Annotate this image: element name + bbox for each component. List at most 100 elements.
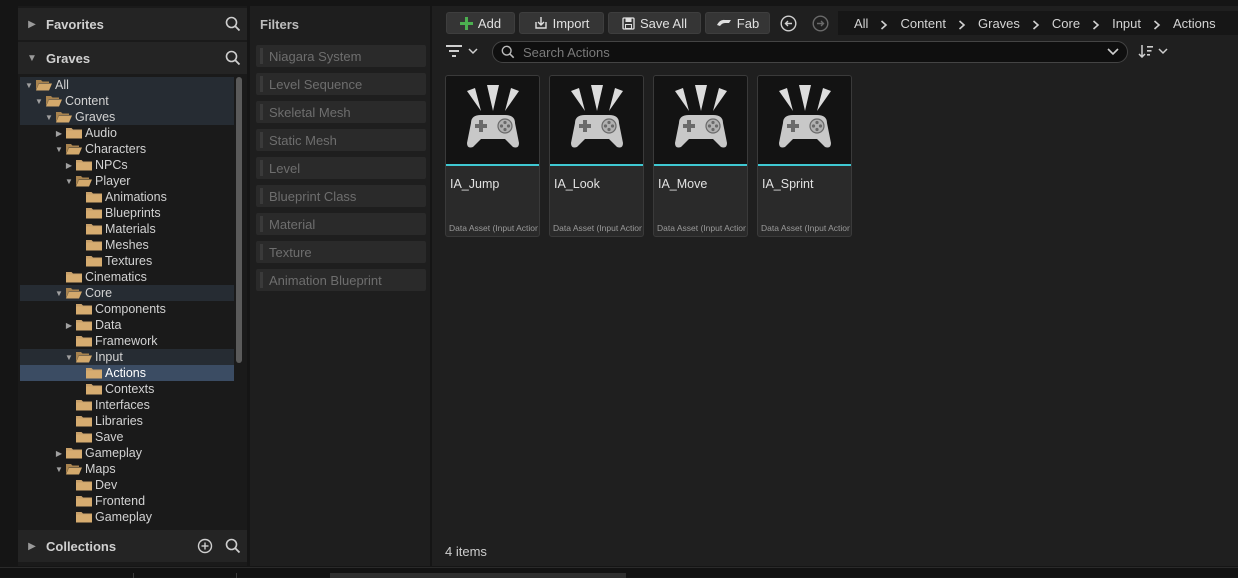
- asset-thumbnail: [758, 76, 851, 166]
- tree-item[interactable]: ▶ Gameplay: [20, 445, 234, 461]
- tree-item[interactable]: Gameplay: [20, 509, 234, 525]
- filter-item[interactable]: Static Mesh: [256, 129, 426, 151]
- tree-item[interactable]: ▼ Input: [20, 349, 234, 365]
- breadcrumb-item[interactable]: Graves: [978, 16, 1020, 31]
- tree-item[interactable]: ▼ Characters: [20, 141, 234, 157]
- graves-header[interactable]: ▼ Graves: [18, 42, 247, 74]
- filter-item-label: Static Mesh: [269, 132, 337, 148]
- graves-collapse-icon[interactable]: ▼: [18, 53, 46, 64]
- tree-item[interactable]: ▼ Maps: [20, 461, 234, 477]
- folder-icon: [66, 271, 82, 283]
- folder-open-icon: [66, 287, 82, 299]
- chevron-right-icon[interactable]: [1032, 18, 1040, 30]
- favorites-expand-icon[interactable]: ▶: [18, 19, 46, 30]
- tree-scrollbar[interactable]: [234, 77, 244, 533]
- search-bar: [492, 41, 1128, 63]
- tree-scrollbar-thumb[interactable]: [236, 77, 242, 363]
- tree-item[interactable]: Frontend: [20, 493, 234, 509]
- filter-item[interactable]: Level Sequence: [256, 73, 426, 95]
- tree-item-label: Content: [65, 94, 109, 108]
- import-icon: [534, 17, 547, 29]
- folder-icon: [76, 159, 92, 171]
- favorites-label: Favorites: [46, 16, 104, 32]
- filter-item[interactable]: Material: [256, 213, 426, 235]
- tree-item[interactable]: ▼ Core: [20, 285, 234, 301]
- tree-item[interactable]: ▼ Graves: [20, 109, 234, 125]
- chevron-right-icon[interactable]: [880, 18, 888, 30]
- favorites-header[interactable]: ▶ Favorites: [18, 8, 247, 40]
- breadcrumb-item[interactable]: Actions: [1173, 16, 1216, 31]
- tree-item[interactable]: Blueprints: [20, 205, 234, 221]
- collections-header[interactable]: ▶ Collections: [18, 530, 247, 562]
- add-collection-icon[interactable]: [191, 532, 219, 560]
- breadcrumb-item[interactable]: All: [854, 16, 868, 31]
- save-all-button[interactable]: Save All: [608, 12, 701, 34]
- filter-item[interactable]: Skeletal Mesh: [256, 101, 426, 123]
- tree-item[interactable]: ▼ Player: [20, 173, 234, 189]
- filter-item[interactable]: Niagara System: [256, 45, 426, 67]
- collapse-arrow-icon[interactable]: ▼: [54, 289, 64, 298]
- expand-arrow-icon[interactable]: ▶: [54, 129, 64, 138]
- collapse-arrow-icon[interactable]: ▼: [54, 145, 64, 154]
- filter-color-bar: [260, 188, 263, 204]
- tree-item[interactable]: Dev: [20, 477, 234, 493]
- sort-options-button[interactable]: [1138, 42, 1172, 60]
- graves-search-icon[interactable]: [219, 44, 247, 72]
- chevron-right-icon[interactable]: [1092, 18, 1100, 30]
- search-input[interactable]: [523, 44, 1107, 60]
- asset-type: Data Asset (Input Action): [449, 223, 538, 233]
- import-button[interactable]: Import: [519, 12, 604, 34]
- tree-item[interactable]: Interfaces: [20, 397, 234, 413]
- tree-item[interactable]: Cinematics: [20, 269, 234, 285]
- bottom-strip: [0, 567, 1238, 578]
- tree-item[interactable]: ▼ All: [20, 77, 234, 93]
- tree-item[interactable]: ▶ Audio: [20, 125, 234, 141]
- forward-button[interactable]: [811, 14, 829, 32]
- asset-tile[interactable]: IA_Sprint Data Asset (Input Action): [757, 75, 852, 237]
- breadcrumb-item[interactable]: Core: [1052, 16, 1080, 31]
- search-options-chevron-icon[interactable]: [1107, 48, 1119, 56]
- filter-item[interactable]: Blueprint Class: [256, 185, 426, 207]
- tree-item[interactable]: Framework: [20, 333, 234, 349]
- tree-item[interactable]: Meshes: [20, 237, 234, 253]
- expand-arrow-icon[interactable]: ▶: [64, 161, 74, 170]
- filter-item[interactable]: Level: [256, 157, 426, 179]
- tree-item[interactable]: Actions: [20, 365, 234, 381]
- asset-tile[interactable]: IA_Look Data Asset (Input Action): [549, 75, 644, 237]
- folder-open-icon: [76, 351, 92, 363]
- sort-icon: [1138, 45, 1153, 58]
- collapse-arrow-icon[interactable]: ▼: [64, 353, 74, 362]
- asset-tile[interactable]: IA_Jump Data Asset (Input Action): [445, 75, 540, 237]
- tree-item[interactable]: Libraries: [20, 413, 234, 429]
- add-button[interactable]: Add: [446, 12, 515, 34]
- filter-dropdown-button[interactable]: [446, 42, 486, 60]
- collections-search-icon[interactable]: [219, 532, 247, 560]
- favorites-search-icon[interactable]: [219, 10, 247, 38]
- collapse-arrow-icon[interactable]: ▼: [64, 177, 74, 186]
- tree-item[interactable]: ▶ Data: [20, 317, 234, 333]
- tree-item[interactable]: Save: [20, 429, 234, 445]
- tree-item[interactable]: Contexts: [20, 381, 234, 397]
- back-button[interactable]: [779, 14, 797, 32]
- tree-item[interactable]: ▶ NPCs: [20, 157, 234, 173]
- tree-item[interactable]: Animations: [20, 189, 234, 205]
- collections-expand-icon[interactable]: ▶: [18, 541, 46, 552]
- expand-arrow-icon[interactable]: ▶: [64, 321, 74, 330]
- asset-tile[interactable]: IA_Move Data Asset (Input Action): [653, 75, 748, 237]
- expand-arrow-icon[interactable]: ▶: [54, 449, 64, 458]
- breadcrumb-item[interactable]: Content: [900, 16, 946, 31]
- tree-item[interactable]: Textures: [20, 253, 234, 269]
- collapse-arrow-icon[interactable]: ▼: [44, 113, 54, 122]
- breadcrumb-item[interactable]: Input: [1112, 16, 1141, 31]
- fab-button[interactable]: Fab: [705, 12, 770, 34]
- filter-item[interactable]: Texture: [256, 241, 426, 263]
- chevron-right-icon[interactable]: [1153, 18, 1161, 30]
- chevron-right-icon[interactable]: [958, 18, 966, 30]
- collapse-arrow-icon[interactable]: ▼: [34, 97, 44, 106]
- collapse-arrow-icon[interactable]: ▼: [24, 81, 34, 90]
- tree-item[interactable]: ▼ Content: [20, 93, 234, 109]
- tree-item[interactable]: Components: [20, 301, 234, 317]
- filter-item[interactable]: Animation Blueprint: [256, 269, 426, 291]
- collapse-arrow-icon[interactable]: ▼: [54, 465, 64, 474]
- tree-item[interactable]: Materials: [20, 221, 234, 237]
